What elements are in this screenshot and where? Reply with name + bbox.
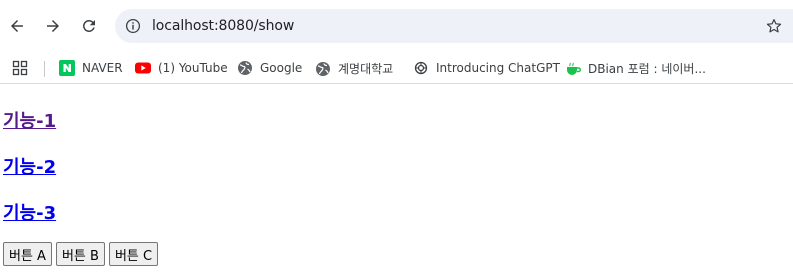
openai-icon [413, 60, 429, 76]
forward-button[interactable] [41, 14, 65, 38]
arrow-left-icon [11, 20, 23, 32]
reload-icon [82, 19, 95, 32]
bookmark-label: Introducing ChatGPT [436, 61, 560, 75]
button-b[interactable]: 버튼 B [55, 242, 105, 266]
site-info-icon[interactable] [124, 17, 142, 35]
arrow-right-icon [47, 20, 59, 32]
bookmark-dbian[interactable]: DBian 포럼 : 네이버... [565, 60, 706, 77]
bookmark-label: Google [260, 61, 303, 75]
bookmarks-separator [44, 61, 45, 77]
bookmark-naver[interactable]: NAVER [59, 60, 123, 76]
feature-3-link[interactable]: 기능-3 [3, 203, 56, 224]
bookmark-google[interactable]: Google [237, 60, 302, 76]
naver-icon [59, 60, 75, 76]
button-c[interactable]: 버튼 C [108, 242, 159, 266]
cup-icon [565, 61, 581, 77]
bookmark-youtube[interactable]: (1) YouTube [135, 60, 228, 76]
browser-toolbar: localhost:8080/show [0, 0, 793, 52]
youtube-icon [135, 60, 151, 76]
feature-3-heading: 기능-3 [3, 199, 56, 225]
globe-icon [315, 61, 331, 77]
bookmarks-bar: NAVER (1) YouTube Google 계명대학교 Introduci… [0, 52, 793, 84]
feature-1-link[interactable]: 기능-1 [3, 111, 56, 132]
button-row: 버튼 A 버튼 B 버튼 C [3, 242, 159, 266]
feature-1-heading: 기능-1 [3, 107, 56, 133]
feature-2-heading: 기능-2 [3, 153, 56, 179]
button-a[interactable]: 버튼 A [3, 242, 52, 266]
bookmark-star-icon[interactable] [765, 17, 783, 35]
bookmark-label: DBian 포럼 : 네이버... [588, 62, 706, 76]
reload-button[interactable] [77, 14, 101, 38]
bookmark-label: 계명대학교 [338, 62, 394, 76]
bookmark-label: (1) YouTube [158, 61, 228, 75]
back-button[interactable] [5, 14, 29, 38]
address-bar[interactable]: localhost:8080/show [115, 9, 793, 43]
url-text: localhost:8080/show [152, 18, 295, 34]
browser-chrome: localhost:8080/show NAVER (1) YouTube Go… [0, 0, 793, 84]
bookmark-keimyung[interactable]: 계명대학교 [315, 60, 393, 77]
apps-grid-icon [12, 60, 28, 76]
bookmark-label: NAVER [82, 61, 123, 75]
bookmark-chatgpt[interactable]: Introducing ChatGPT [413, 60, 560, 76]
apps-button[interactable] [12, 60, 28, 76]
globe-icon [237, 60, 253, 76]
feature-2-link[interactable]: 기능-2 [3, 157, 56, 178]
